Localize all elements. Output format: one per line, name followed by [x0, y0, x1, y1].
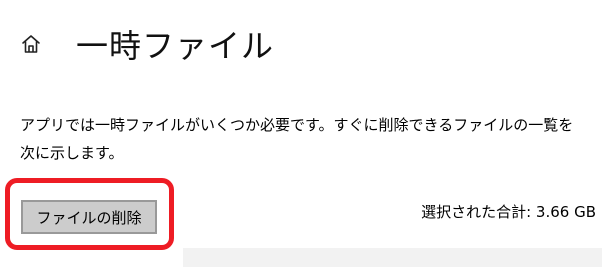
- page-header: 一時ファイル: [20, 22, 274, 66]
- delete-files-button[interactable]: ファイルの削除: [21, 200, 157, 234]
- page-title: 一時ファイル: [76, 27, 275, 65]
- description-line: アプリでは一時ファイルがいくつか必要です。すぐに削除できるファイルの一覧を: [20, 116, 574, 134]
- description-text: アプリでは一時ファイルがいくつか必要です。すぐに削除できるファイルの一覧を 次に…: [20, 111, 600, 167]
- home-icon[interactable]: [20, 33, 42, 55]
- selected-total-label: 選択された合計: 3.66 GB: [421, 203, 596, 221]
- list-area-edge: [183, 248, 602, 267]
- description-line: 次に示します。: [20, 144, 124, 162]
